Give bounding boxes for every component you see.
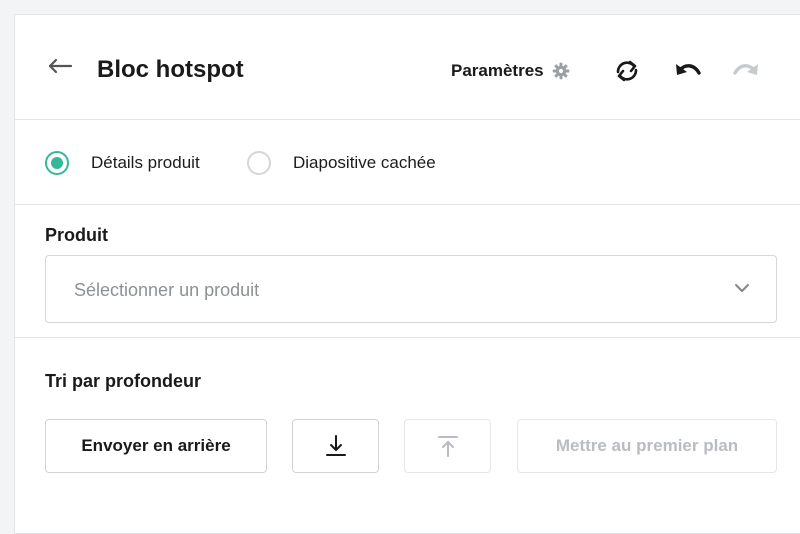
radio-details-produit[interactable]: Détails produit [45,151,200,175]
radio-button-checked[interactable] [45,151,69,175]
send-to-back-button[interactable] [292,419,379,473]
radio-dot [51,157,63,169]
radio-label: Détails produit [91,153,200,172]
radio-diapositive-cachee[interactable]: Diapositive cachée [247,151,436,175]
settings-label: Paramètres [451,61,544,80]
chevron-down-icon [735,284,749,292]
hotspot-panel: Bloc hotspot Paramètres Détails produit … [14,14,800,534]
arrow-left-icon[interactable] [47,55,73,77]
bring-forward-button[interactable]: Mettre au premier plan [517,419,777,473]
product-select[interactable]: Sélectionner un produit [45,255,777,323]
gear-icon [552,62,569,80]
depth-sort-label: Tri par profondeur [45,371,202,391]
radio-button-unchecked[interactable] [247,151,271,175]
product-select-placeholder: Sélectionner un produit [74,280,260,300]
settings-button[interactable]: Paramètres [451,61,570,81]
undo-icon[interactable] [673,58,703,84]
product-label: Produit [45,225,108,245]
panel-header: Bloc hotspot Paramètres [15,15,800,120]
bring-to-front-button[interactable] [404,419,491,473]
arrow-down-to-line-icon [325,435,346,456]
send-backward-button[interactable]: Envoyer en arrière [45,419,267,473]
view-mode-radios: Détails produit Diapositive cachée [15,120,800,205]
arrow-up-to-line-icon [437,436,458,457]
redo-icon[interactable] [731,58,761,84]
sync-icon[interactable] [612,58,642,84]
product-section: Produit Sélectionner un produit [15,205,800,338]
page-title: Bloc hotspot [97,56,244,83]
radio-label: Diapositive cachée [293,153,436,172]
